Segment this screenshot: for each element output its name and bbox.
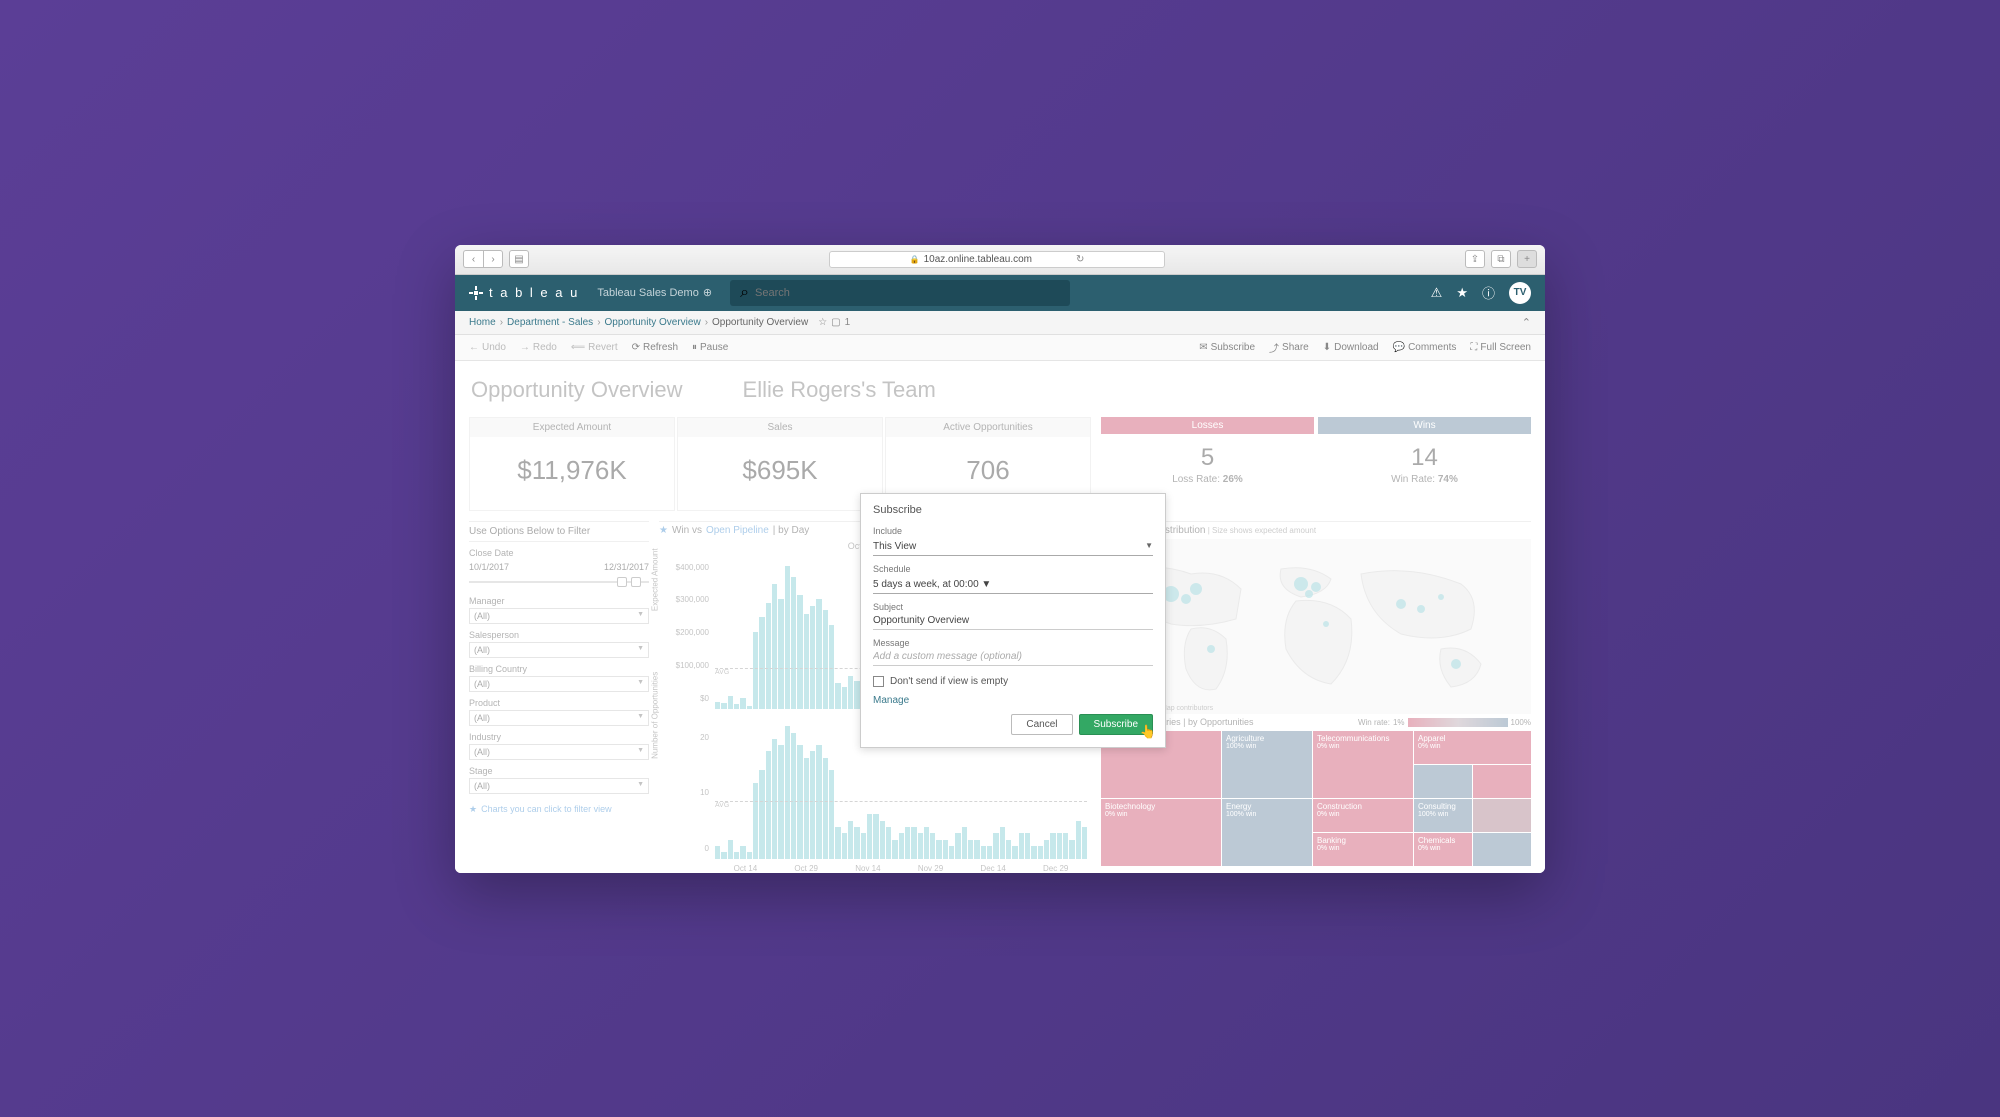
redo-button[interactable]: →Redo xyxy=(520,342,557,353)
lock-icon: 🔒 xyxy=(910,255,920,264)
address-bar-wrap: 🔒 10az.online.tableau.com ↻ xyxy=(535,251,1459,268)
share-button-tb[interactable]: ⤴Share xyxy=(1269,340,1309,355)
share-icon: ⤴ xyxy=(1269,340,1279,355)
pause-button[interactable]: ⏸Pause xyxy=(692,342,728,353)
browser-chrome: ‹ › ▤ 🔒 10az.online.tableau.com ↻ ⇪ ⧉ + xyxy=(455,245,1545,275)
fullscreen-icon: ⛶ xyxy=(1470,342,1477,353)
search-icon: ⌕ xyxy=(740,284,749,302)
comments-button[interactable]: 💬Comments xyxy=(1393,340,1457,355)
views-icon[interactable]: ▢ xyxy=(831,317,840,328)
subscribe-button[interactable]: ✉Subscribe xyxy=(1199,340,1255,355)
header-icons: ⚠ ★ ⓘ TV xyxy=(1431,282,1531,304)
breadcrumb: Home› Department - Sales› Opportunity Ov… xyxy=(455,311,1545,335)
forward-button[interactable]: › xyxy=(483,250,503,268)
favorites-icon[interactable]: ★ xyxy=(1456,285,1468,301)
breadcrumb-dept[interactable]: Department - Sales xyxy=(507,317,593,328)
revert-icon: ⟸ xyxy=(571,342,585,353)
logo-text: t a b l e a u xyxy=(489,285,579,300)
undo-icon: ← xyxy=(469,342,479,353)
project-selector[interactable]: Tableau Sales Demo ⊕ xyxy=(597,286,712,299)
comment-icon: 💬 xyxy=(1393,342,1405,353)
chevron-down-icon: ⊕ xyxy=(703,286,712,299)
alerts-icon[interactable]: ⚠ xyxy=(1431,285,1443,301)
download-icon: ⬇ xyxy=(1323,342,1331,353)
mail-icon: ✉ xyxy=(1199,342,1207,353)
star-outline-icon[interactable]: ☆ xyxy=(818,317,827,328)
collapse-icon[interactable]: ⌃ xyxy=(1522,316,1531,329)
subject-input[interactable] xyxy=(873,612,1153,630)
include-select[interactable]: This View▼ xyxy=(873,538,1153,556)
cancel-button[interactable]: Cancel xyxy=(1011,714,1072,735)
url-text: 10az.online.tableau.com xyxy=(924,254,1032,265)
help-icon[interactable]: ⓘ xyxy=(1482,283,1495,302)
tableau-logo[interactable]: t a b l e a u xyxy=(469,285,579,300)
search-bar[interactable]: ⌕ xyxy=(730,280,1070,306)
pause-icon: ⏸ xyxy=(692,342,697,353)
redo-icon: → xyxy=(520,342,530,353)
download-button[interactable]: ⬇Download xyxy=(1323,340,1379,355)
subscribe-modal: Subscribe Include This View▼ Schedule 5 … xyxy=(860,493,1166,748)
logo-icon xyxy=(469,286,483,300)
tabs-button[interactable]: ⧉ xyxy=(1491,250,1511,268)
user-avatar[interactable]: TV xyxy=(1509,282,1531,304)
undo-button[interactable]: ←Undo xyxy=(469,342,506,353)
subscribe-submit-button[interactable]: Subscribe 👆 xyxy=(1079,714,1153,735)
schedule-select[interactable]: 5 days a week, at 00:00 ▼ xyxy=(873,576,1153,594)
views-count: 1 xyxy=(845,317,851,328)
refresh-button[interactable]: ⟳Refresh xyxy=(632,342,678,353)
checkbox-icon xyxy=(873,676,884,687)
view-toolbar: ←Undo →Redo ⟸Revert ⟳Refresh ⏸Pause ✉Sub… xyxy=(455,335,1545,361)
breadcrumb-project[interactable]: Opportunity Overview xyxy=(605,317,701,328)
share-button[interactable]: ⇪ xyxy=(1465,250,1485,268)
dashboard-content: Opportunity Overview Ellie Rogers's Team… xyxy=(455,361,1545,873)
back-button[interactable]: ‹ xyxy=(463,250,483,268)
browser-window: ‹ › ▤ 🔒 10az.online.tableau.com ↻ ⇪ ⧉ + … xyxy=(455,245,1545,873)
revert-button[interactable]: ⟸Revert xyxy=(571,342,618,353)
search-input[interactable] xyxy=(755,287,1060,299)
empty-view-checkbox[interactable]: Don't send if view is empty xyxy=(873,676,1153,687)
fullscreen-button[interactable]: ⛶Full Screen xyxy=(1470,340,1531,355)
breadcrumb-home[interactable]: Home xyxy=(469,317,496,328)
sidebar-toggle-button[interactable]: ▤ xyxy=(509,250,529,268)
nav-buttons: ‹ › xyxy=(463,250,503,268)
new-tab-button[interactable]: + xyxy=(1517,250,1537,268)
breadcrumb-current: Opportunity Overview xyxy=(712,317,808,328)
refresh-icon: ⟳ xyxy=(632,342,640,353)
manage-link[interactable]: Manage xyxy=(873,695,909,706)
app-header: t a b l e a u Tableau Sales Demo ⊕ ⌕ ⚠ ★… xyxy=(455,275,1545,311)
cursor-icon: 👆 xyxy=(1140,724,1156,740)
message-input[interactable] xyxy=(873,648,1153,666)
reload-icon[interactable]: ↻ xyxy=(1076,254,1084,265)
address-bar[interactable]: 🔒 10az.online.tableau.com ↻ xyxy=(829,251,1166,268)
